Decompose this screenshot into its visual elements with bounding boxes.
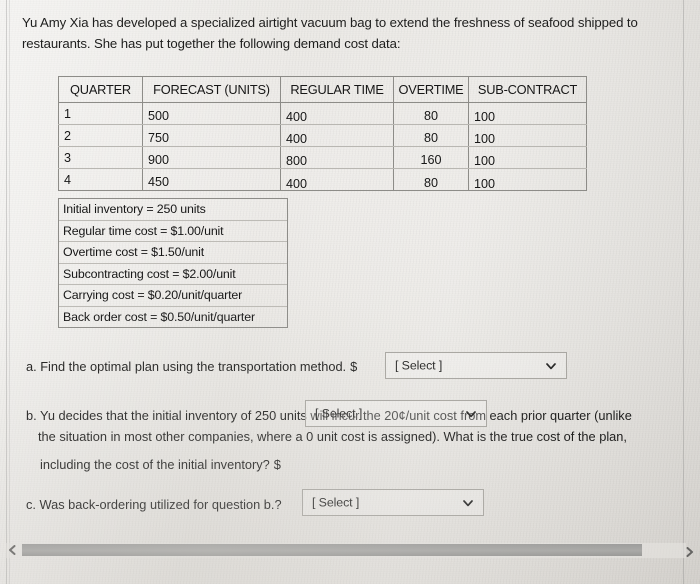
cell-overtime: 160 xyxy=(393,148,469,171)
scrollbar-thumb[interactable] xyxy=(22,544,642,556)
column-header-overtime: OVERTIME xyxy=(393,76,469,103)
column-header-forecast: FORECAST (UNITS) xyxy=(142,76,281,103)
cell-regular-time: 400 xyxy=(280,127,394,150)
cost-line-subcontracting-cost: Subcontracting cost = $2.00/unit xyxy=(59,264,287,285)
cell-overtime: 80 xyxy=(393,104,469,127)
column-header-regular-time: REGULAR TIME xyxy=(280,76,394,103)
question-content: Yu Amy Xia has developed a specialized a… xyxy=(0,0,700,584)
cost-assumptions-box: Initial inventory = 250 units Regular ti… xyxy=(58,198,288,328)
question-b-line3-wrapper: including the cost of the initial invent… xyxy=(26,400,674,475)
question-b-select-value: [ Select ] xyxy=(315,406,363,420)
cost-line-regular-time-cost: Regular time cost = $1.00/unit xyxy=(59,221,287,242)
scroll-right-arrow-icon[interactable] xyxy=(685,547,694,557)
cell-regular-time: 400 xyxy=(280,105,394,128)
cell-sub-contract: 100 xyxy=(468,127,587,150)
cell-quarter: 3 xyxy=(58,146,143,169)
cell-regular-time: 800 xyxy=(280,149,394,172)
table-header-row: QUARTER FORECAST (UNITS) REGULAR TIME OV… xyxy=(58,76,587,103)
column-header-quarter: QUARTER xyxy=(58,76,143,103)
question-b-select[interactable]: [ Select ] xyxy=(305,400,487,427)
cell-overtime: 80 xyxy=(393,126,469,149)
column-header-sub-contract: SUB-CONTRACT xyxy=(468,76,587,103)
question-b: b. Yu decides that the initial inventory… xyxy=(26,400,674,475)
demand-cost-table: QUARTER FORECAST (UNITS) REGULAR TIME OV… xyxy=(58,76,587,195)
cell-regular-time: 400 xyxy=(280,172,394,195)
cost-line-carrying-cost: Carrying cost = $0.20/unit/quarter xyxy=(59,285,287,307)
question-a-currency-symbol: $ xyxy=(350,359,358,374)
table-row: 4 450 400 80 100 xyxy=(58,168,587,195)
cell-quarter: 1 xyxy=(58,102,143,125)
cell-forecast: 900 xyxy=(142,148,281,171)
horizontal-scrollbar[interactable] xyxy=(6,543,693,560)
question-a: a. Find the optimal plan using the trans… xyxy=(26,352,666,379)
question-c: c. Was back-ordering utilized for questi… xyxy=(26,489,666,516)
cell-sub-contract: 100 xyxy=(468,105,587,128)
cell-forecast: 750 xyxy=(142,126,281,149)
question-c-text: c. Was back-ordering utilized for questi… xyxy=(26,497,282,512)
table-row: 3 900 800 160 100 xyxy=(58,146,587,172)
table-row: 2 750 400 80 100 xyxy=(58,124,587,150)
cost-line-back-order-cost: Back order cost = $0.50/unit/quarter xyxy=(63,309,255,324)
chevron-down-icon xyxy=(466,409,476,419)
cell-quarter: 4 xyxy=(58,168,143,191)
table-row: 1 500 400 80 100 xyxy=(58,102,587,128)
cell-overtime: 80 xyxy=(393,171,469,194)
question-b-text-line3: including the cost of the initial invent… xyxy=(40,457,270,472)
cost-line-overtime-cost: Overtime cost = $1.50/unit xyxy=(59,242,287,264)
scroll-left-arrow-icon[interactable] xyxy=(8,545,17,555)
cell-forecast: 500 xyxy=(142,104,281,127)
chevron-down-icon xyxy=(463,498,473,508)
question-c-select[interactable]: [ Select ] xyxy=(302,489,484,516)
problem-statement: Yu Amy Xia has developed a specialized a… xyxy=(22,15,638,51)
question-c-select-value: [ Select ] xyxy=(312,495,360,509)
cell-forecast: 450 xyxy=(142,170,281,193)
question-a-select-value: [ Select ] xyxy=(395,358,443,372)
cell-quarter: 2 xyxy=(58,124,143,147)
question-b-currency-symbol: $ xyxy=(273,457,281,472)
cost-line-initial-inventory: Initial inventory = 250 units xyxy=(59,199,287,221)
cell-sub-contract: 100 xyxy=(468,172,587,195)
cell-sub-contract: 100 xyxy=(468,149,587,172)
question-a-select[interactable]: [ Select ] xyxy=(385,352,567,379)
question-b-text-line2: the situation in most other companies, w… xyxy=(38,429,627,444)
question-a-text: a. Find the optimal plan using the trans… xyxy=(26,359,347,374)
chevron-down-icon xyxy=(546,361,556,371)
